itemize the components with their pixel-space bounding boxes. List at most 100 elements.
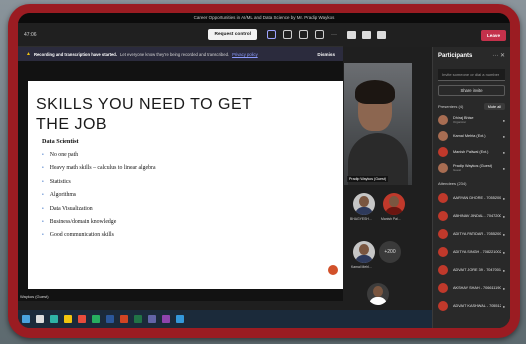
file-explorer-icon[interactable] <box>64 315 72 323</box>
attendees-section[interactable]: Attendees (234) <box>438 181 505 186</box>
person-hair <box>355 80 395 104</box>
participant-row[interactable]: ADVAIT KASHWAL - 7055120... ● <box>438 299 505 313</box>
participant-row[interactable]: Manish Paliwal (Ext.) ● <box>438 145 505 159</box>
participant-row[interactable]: ABHINAV JINDAL - 7047200... ● <box>438 209 505 223</box>
pointer-dot <box>328 265 338 275</box>
participant-row[interactable]: AKSHAY SHAH - 70661119033 ● <box>438 281 505 295</box>
privacy-policy-link[interactable]: Privacy policy <box>232 52 258 57</box>
participant-tile-name: BHAGYESH... <box>350 217 372 221</box>
camera-icon[interactable] <box>347 31 356 39</box>
slide-bullets: No one path Heavy math skills – calculus… <box>42 149 156 243</box>
video-grid: Pradip Waykos (Guest) BHAGYESH... Manish… <box>343 61 413 305</box>
mic-icon: ● <box>502 267 505 273</box>
mic-icon: ● <box>502 133 505 139</box>
teams-icon[interactable] <box>148 315 156 323</box>
rooms-icon[interactable] <box>315 30 324 39</box>
mic-icon: ● <box>502 249 505 255</box>
participant-row[interactable]: Kamal Mehta (Ext.) ● <box>438 129 505 143</box>
participant-role: Organizer <box>453 120 467 124</box>
participants-panel: Participants ··· ✕ Invite someone or dia… <box>432 47 510 328</box>
participant-name: AARYAN DHORE - 7055200... <box>453 196 501 200</box>
request-control-button[interactable]: Request control <box>208 29 257 40</box>
window-title: Career Opportunities in AI/ML and Data S… <box>18 13 510 23</box>
more-icon[interactable]: ··· ✕ <box>492 52 505 59</box>
mic-icon: ● <box>502 149 505 155</box>
participant-name: Kamal Mehta (Ext.) <box>453 134 486 138</box>
participant-tile-name: Manish Pal... <box>381 217 401 221</box>
recording-banner: ▲ Recording and transcription have start… <box>18 47 343 61</box>
mic-icon: ● <box>502 231 505 237</box>
content-toolbar: 47:06 Request control ··· <box>18 23 343 47</box>
participant-name: ADITYA PATIDAR - 7055200... <box>453 232 501 236</box>
meeting-timer: 47:06 <box>24 31 37 38</box>
presenter-label: Waykos (Guest) <box>20 294 49 299</box>
participant-avatar[interactable] <box>383 193 405 215</box>
mute-all-button[interactable]: Mute all <box>483 103 505 110</box>
more-participants-bubble[interactable]: +200 <box>379 241 401 263</box>
avatar <box>438 163 448 173</box>
bullet-item: No one path <box>42 149 156 162</box>
avatar <box>438 115 448 125</box>
avatar <box>438 301 448 311</box>
invite-search-input[interactable]: Invite someone or dial a number <box>438 69 505 81</box>
presenters-section[interactable]: Presenters (4) Mute all <box>438 103 505 110</box>
bullet-item: Heavy math skills – calculus to linear a… <box>42 162 156 175</box>
presenter-video[interactable]: Pradip Waykos (Guest) <box>344 63 412 185</box>
avatar <box>438 247 448 257</box>
video-name-label: Pradip Waykos (Guest) <box>347 176 389 182</box>
edge-icon[interactable] <box>50 315 58 323</box>
avatar <box>438 131 448 141</box>
avatar <box>438 283 448 293</box>
banner-bold-text: Recording and transcription have started… <box>33 51 118 57</box>
participant-row[interactable]: ADITYA SINGH - 70822100257 ● <box>438 245 505 259</box>
participant-row[interactable]: ADITYA PATIDAR - 7055200... ● <box>438 227 505 241</box>
participant-avatar[interactable] <box>353 241 375 263</box>
app-icon[interactable] <box>162 315 170 323</box>
slide-subtitle: Data Scientist <box>42 138 79 145</box>
bullet-item: Business/domain knowledge <box>42 216 156 229</box>
search-icon[interactable] <box>36 315 44 323</box>
teams-window: Career Opportunities in AI/ML and Data S… <box>18 13 510 328</box>
reactions-icon[interactable] <box>299 30 308 39</box>
app-icon[interactable] <box>92 315 100 323</box>
powerpoint-icon[interactable] <box>120 315 128 323</box>
participant-row[interactable]: AARYAN DHORE - 7055200... ● <box>438 191 505 205</box>
microphone-icon[interactable] <box>362 31 371 39</box>
windows-taskbar <box>18 310 432 328</box>
app-icon[interactable] <box>176 315 184 323</box>
chat-icon[interactable] <box>283 30 292 39</box>
shared-screen: SKILLS YOU NEED TO GET THE JOB Data Scie… <box>18 61 346 301</box>
banner-text: Let everyone know they're being recorded… <box>120 51 230 57</box>
dismiss-button[interactable]: Dismiss <box>317 52 335 57</box>
mic-icon: ● <box>502 117 505 123</box>
participant-row[interactable]: ADVAIT JORE 39 - 70470019... ● <box>438 263 505 277</box>
presentation-slide: SKILLS YOU NEED TO GET THE JOB Data Scie… <box>28 81 346 289</box>
participant-avatar[interactable] <box>353 193 375 215</box>
leave-button[interactable]: Leave <box>480 29 506 41</box>
participant-avatar[interactable] <box>367 283 389 305</box>
participant-row[interactable]: Dhiraj Bhise Organizer ● <box>438 113 505 127</box>
meeting-controls: Leave <box>343 23 510 47</box>
participant-tile-name: Kamal Mehl... <box>351 265 372 269</box>
share-invite-button[interactable]: Share invite <box>438 85 505 96</box>
toolbar-icons: ··· <box>267 30 337 39</box>
slide-title: SKILLS YOU NEED TO GET THE JOB <box>36 96 253 133</box>
chrome-icon[interactable] <box>78 315 86 323</box>
word-icon[interactable] <box>106 315 114 323</box>
people-icon[interactable] <box>267 30 276 39</box>
bullet-item: Data Visualization <box>42 203 156 216</box>
mic-icon: ● <box>502 213 505 219</box>
avatar <box>438 229 448 239</box>
share-icon[interactable] <box>377 31 386 39</box>
avatar <box>438 193 448 203</box>
windows-start-icon[interactable] <box>22 315 30 323</box>
mic-icon: ● <box>502 165 505 171</box>
excel-icon[interactable] <box>134 315 142 323</box>
participant-row[interactable]: Pradip Waykos (Guest) Guest ● <box>438 161 505 175</box>
more-options-icon[interactable]: ··· <box>331 32 337 38</box>
photo-frame: Career Opportunities in AI/ML and Data S… <box>8 4 520 338</box>
participant-name: ADVAIT JORE 39 - 70470019... <box>453 268 501 272</box>
participant-name: Manish Paliwal (Ext.) <box>453 150 489 154</box>
bullet-item: Algorithms <box>42 189 156 202</box>
mic-icon: ● <box>502 303 505 309</box>
